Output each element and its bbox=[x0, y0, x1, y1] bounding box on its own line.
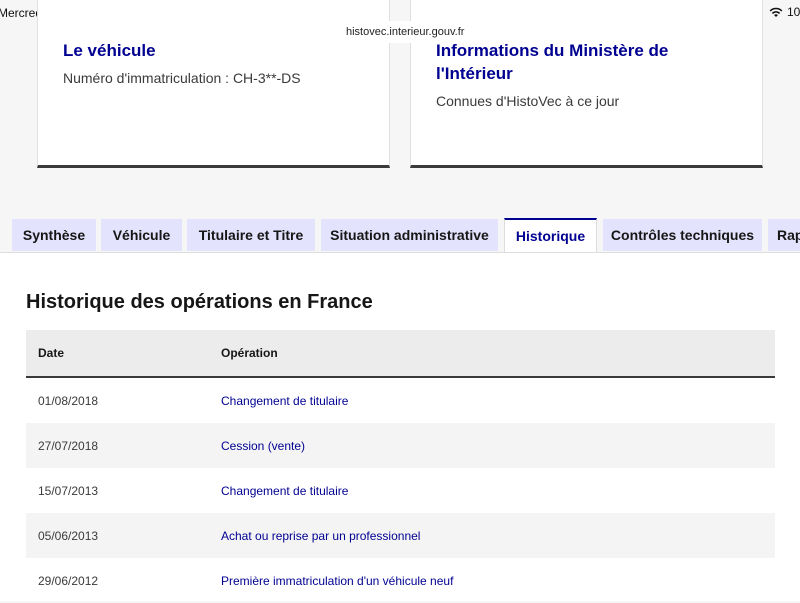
status-indicators: 100 bbox=[769, 5, 800, 19]
vehicle-card-description: Numéro d'immatriculation : CH-3**-DS bbox=[63, 70, 301, 86]
row-date: 29/06/2012 bbox=[38, 573, 99, 588]
table-row: 29/06/2012 Première immatriculation d'un… bbox=[26, 558, 775, 603]
tab-controles-techniques[interactable]: Contrôles techniques bbox=[603, 219, 762, 251]
ministry-card-title[interactable]: Informations du Ministère de l'Intérieur bbox=[436, 39, 736, 85]
ministry-card-description: Connues d'HistoVec à ce jour bbox=[436, 93, 620, 109]
historique-panel: Historique des opérations en France Date… bbox=[0, 252, 800, 601]
row-operation: Cession (vente) bbox=[221, 438, 306, 453]
tab-situation-administrative[interactable]: Situation administrative bbox=[321, 219, 498, 251]
row-date: 01/08/2018 bbox=[38, 393, 99, 408]
row-operation: Changement de titulaire bbox=[221, 393, 349, 408]
url-bar[interactable]: histovec.interieur.gouv.fr bbox=[336, 21, 475, 43]
tab-synthese[interactable]: Synthèse bbox=[12, 219, 96, 251]
table-row: 01/08/2018 Changement de titulaire bbox=[26, 378, 775, 423]
table-header: Date Opération bbox=[26, 330, 775, 378]
row-date: 27/07/2018 bbox=[38, 438, 99, 453]
table-row: 27/07/2018 Cession (vente) bbox=[26, 423, 775, 468]
wifi-icon bbox=[769, 7, 783, 18]
tab-rapport[interactable]: Rapport bbox=[768, 219, 800, 251]
row-date: 15/07/2013 bbox=[38, 483, 99, 498]
panel-title: Historique des opérations en France bbox=[26, 291, 373, 313]
tab-historique[interactable]: Historique bbox=[504, 218, 597, 252]
battery-level: 100 bbox=[787, 5, 800, 19]
tab-vehicule[interactable]: Véhicule bbox=[101, 219, 182, 251]
row-operation: Première immatriculation d'un véhicule n… bbox=[221, 573, 454, 588]
row-date: 05/06/2013 bbox=[38, 528, 99, 543]
row-operation: Achat ou reprise par un professionnel bbox=[221, 528, 421, 543]
column-header-operation: Opération bbox=[221, 346, 278, 360]
column-header-date: Date bbox=[38, 346, 65, 360]
row-operation: Changement de titulaire bbox=[221, 483, 349, 498]
table-row: 05/06/2013 Achat ou reprise par un profe… bbox=[26, 513, 775, 558]
history-table: Date Opération 01/08/2018 Changement de … bbox=[26, 330, 775, 603]
tab-list: Synthèse Véhicule Titulaire et Titre Sit… bbox=[0, 218, 800, 252]
table-row: 15/07/2013 Changement de titulaire bbox=[26, 468, 775, 513]
tab-titulaire-et-titre[interactable]: Titulaire et Titre bbox=[187, 219, 315, 251]
vehicle-card-title[interactable]: Le véhicule bbox=[63, 39, 156, 62]
